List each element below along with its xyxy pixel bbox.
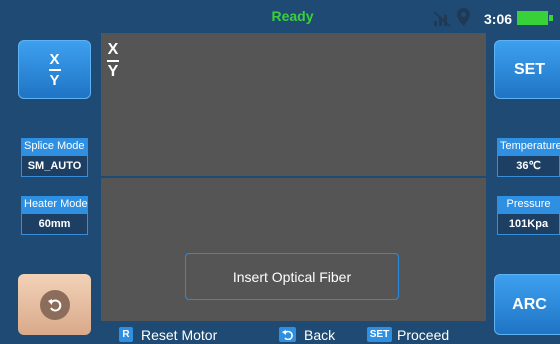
battery-icon [517,11,548,25]
splice-mode-label: Splice Mode [21,138,88,155]
splice-mode-value[interactable]: SM_AUTO [21,155,88,177]
status-bar: Ready 3:06 [0,0,560,32]
return-circle [39,289,70,320]
return-button[interactable] [18,274,91,335]
view-axis-bar [107,60,119,62]
xy-divider [48,68,61,71]
temperature-label: Temperature [497,138,560,155]
view-divider [101,176,486,178]
set-button[interactable]: SET [494,40,560,99]
clock: 3:06 [484,11,513,27]
insert-fiber-message: Insert Optical Fiber [185,253,399,300]
footer-hints: R Reset Motor Back SET Proceed [101,322,486,344]
heater-mode-label: Heater Mode [21,196,88,213]
view-axis-x: X [107,41,119,58]
proceed-key-badge: SET [367,327,392,342]
view-axis-y: Y [107,63,119,80]
xy-button-y: Y [49,71,60,89]
battery-tip [549,15,553,21]
pressure-value: 101Kpa [497,213,560,235]
reset-motor-label[interactable]: Reset Motor [141,327,217,343]
xy-button-x: X [49,50,60,68]
status-text: Ready [271,8,314,24]
location-pin-icon [457,8,470,26]
temperature-value: 36℃ [497,155,560,177]
back-key-icon [279,327,296,342]
return-icon [47,298,61,311]
reset-key-badge: R [119,327,133,342]
view-axis-label: X Y [107,42,119,80]
arc-button[interactable]: ARC [494,274,560,335]
no-signal-icon [433,11,451,27]
proceed-label[interactable]: Proceed [397,327,449,343]
xy-view-button[interactable]: X Y [18,40,91,99]
pressure-label: Pressure [497,196,560,213]
back-label[interactable]: Back [304,327,335,343]
heater-mode-value[interactable]: 60mm [21,213,88,235]
